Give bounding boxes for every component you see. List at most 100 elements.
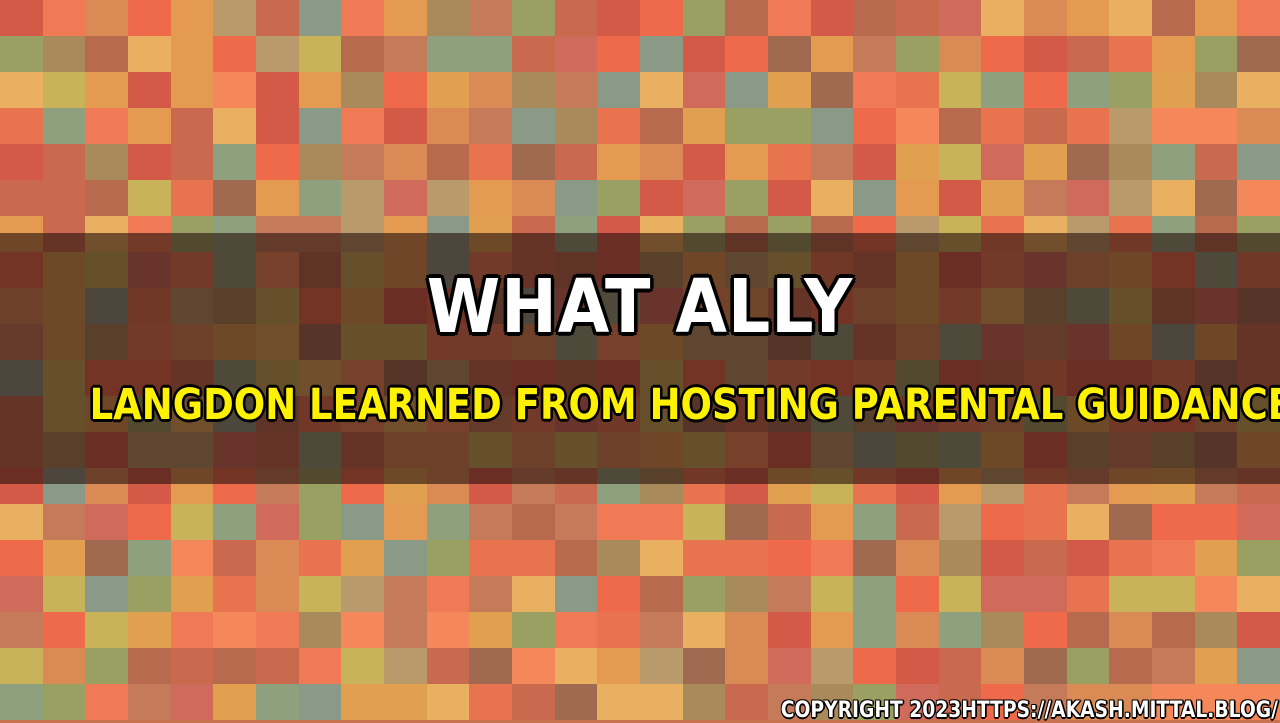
mosaic-tile: [128, 72, 171, 108]
mosaic-tile: [298, 108, 342, 144]
mosaic-tile: [426, 144, 470, 180]
mosaic-tile: [853, 180, 896, 216]
mosaic-tile: [256, 72, 299, 108]
mosaic-tile: [725, 540, 768, 576]
mosaic-tile: [768, 576, 811, 612]
mosaic-tile: [1237, 180, 1280, 216]
mosaic-tile: [1066, 144, 1110, 180]
mosaic-tile: [1066, 612, 1110, 648]
mosaic-tile: [85, 36, 128, 72]
mosaic-tile: [384, 108, 427, 144]
mosaic-tile: [384, 72, 427, 108]
mosaic-tile: [298, 180, 342, 216]
mosaic-tile: [512, 144, 555, 180]
mosaic-tile: [426, 684, 470, 720]
mosaic-tile: [0, 72, 43, 108]
mosaic-tile: [896, 540, 939, 576]
mosaic-tile: [938, 180, 982, 216]
mosaic-tile: [128, 108, 171, 144]
mosaic-tile: [1109, 576, 1152, 612]
mosaic-tile: [1194, 108, 1238, 144]
mosaic-tile: [1066, 540, 1110, 576]
mosaic-tile: [426, 72, 470, 108]
mosaic-tile: [896, 576, 939, 612]
mosaic-tile: [981, 36, 1024, 72]
mosaic-tile: [85, 648, 128, 684]
mosaic-tile: [810, 504, 854, 540]
mosaic-tile: [213, 612, 256, 648]
mosaic-tile: [0, 540, 43, 576]
mosaic-tile: [938, 36, 982, 72]
mosaic-tile: [682, 540, 726, 576]
mosaic-tile: [725, 684, 768, 720]
mosaic-tile: [1024, 504, 1067, 540]
mosaic-tile: [341, 144, 384, 180]
mosaic-tile: [981, 180, 1024, 216]
mosaic-tile: [1024, 108, 1067, 144]
mosaic-tile: [384, 0, 427, 36]
mosaic-tile: [981, 0, 1024, 36]
mosaic-tile: [640, 144, 683, 180]
mosaic-tile: [469, 540, 512, 576]
mosaic-tile: [682, 504, 726, 540]
mosaic-tile: [1194, 504, 1238, 540]
mosaic-tile: [1109, 36, 1152, 72]
mosaic-tile: [981, 144, 1024, 180]
mosaic-tile: [896, 0, 939, 36]
mosaic-tile: [896, 648, 939, 684]
mosaic-tile: [0, 144, 43, 180]
mosaic-tile: [512, 180, 555, 216]
mosaic-tile: [512, 72, 555, 108]
mosaic-tile: [1237, 36, 1280, 72]
mosaic-tile: [512, 540, 555, 576]
mosaic-tile: [384, 144, 427, 180]
mosaic-tile: [42, 576, 86, 612]
mosaic-tile: [640, 612, 683, 648]
mosaic-tile: [810, 576, 854, 612]
mosaic-tile: [256, 144, 299, 180]
mosaic-tile: [384, 504, 427, 540]
mosaic-tile: [426, 36, 470, 72]
mosaic-tile: [341, 0, 384, 36]
mosaic-tile: [1109, 144, 1152, 180]
mosaic-tile: [426, 576, 470, 612]
mosaic-tile: [1109, 180, 1152, 216]
mosaic-tile: [170, 72, 214, 108]
mosaic-tile: [128, 612, 171, 648]
banner-title: WHAT ALLY: [426, 264, 854, 350]
mosaic-tile: [0, 0, 43, 36]
mosaic-tile: [1024, 36, 1067, 72]
copyright-text: COPYRIGHT 2023HTTPS://AKASH.MITTAL.BLOG/: [780, 698, 1278, 723]
mosaic-tile: [597, 36, 640, 72]
mosaic-tile: [1194, 36, 1238, 72]
mosaic-tile: [170, 576, 214, 612]
mosaic-tile: [1237, 144, 1280, 180]
mosaic-tile: [682, 612, 726, 648]
mosaic-tile: [810, 36, 854, 72]
mosaic-tile: [640, 504, 683, 540]
mosaic-tile: [1237, 612, 1280, 648]
mosaic-tile: [512, 684, 555, 720]
mosaic-tile: [256, 504, 299, 540]
mosaic-tile: [682, 108, 726, 144]
mosaic-tile: [256, 36, 299, 72]
mosaic-tile: [1237, 576, 1280, 612]
mosaic-tile: [938, 144, 982, 180]
mosaic-tile: [0, 576, 43, 612]
mosaic-tile: [384, 684, 427, 720]
mosaic-tile: [1024, 612, 1067, 648]
mosaic-tile: [213, 684, 256, 720]
mosaic-tile: [298, 648, 342, 684]
mosaic-tile: [554, 684, 598, 720]
mosaic-tile: [341, 108, 384, 144]
mosaic-tile: [298, 72, 342, 108]
mosaic-tile: [512, 0, 555, 36]
mosaic-tile: [554, 108, 598, 144]
mosaic-tile: [42, 36, 86, 72]
mosaic-tile: [853, 36, 896, 72]
mosaic-tile: [810, 108, 854, 144]
mosaic-tile: [725, 0, 768, 36]
mosaic-tile: [384, 612, 427, 648]
mosaic-tile: [469, 648, 512, 684]
mosaic-tile: [42, 144, 86, 180]
